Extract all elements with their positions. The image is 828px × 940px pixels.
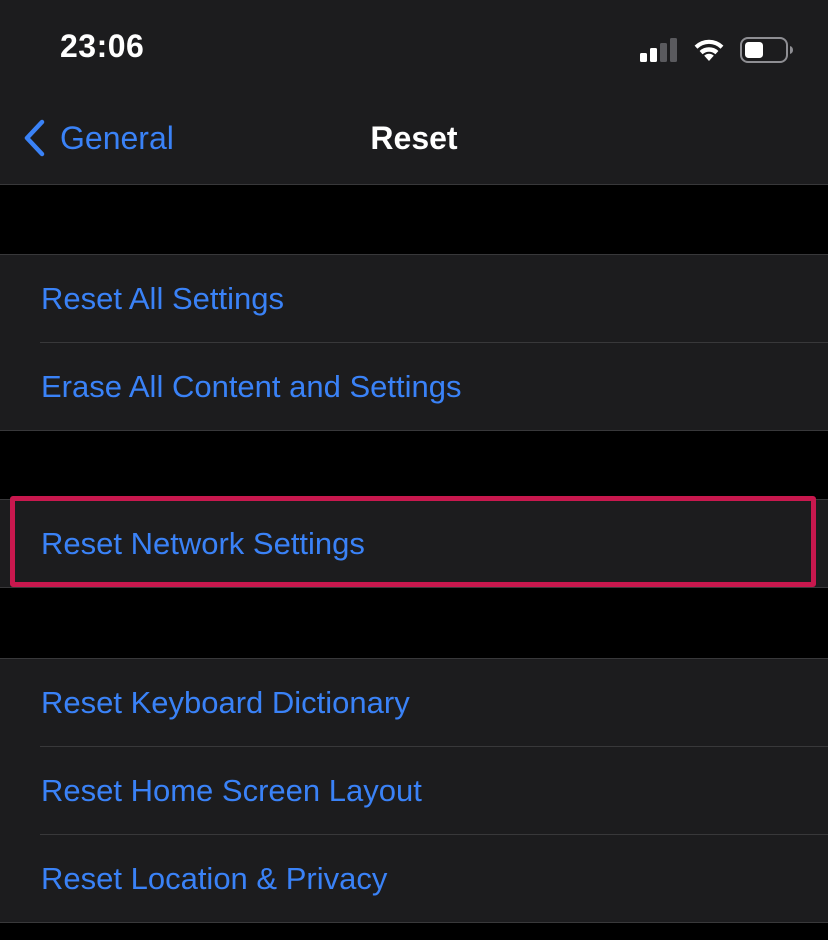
status-icons [640,36,794,64]
reset-all-settings-row[interactable]: Reset All Settings [0,255,828,342]
row-label: Reset Keyboard Dictionary [41,685,410,720]
reset-home-screen-layout-row[interactable]: Reset Home Screen Layout [0,746,828,834]
reset-location-privacy-row[interactable]: Reset Location & Privacy [0,834,828,922]
row-label: Reset All Settings [41,281,284,316]
page-title: Reset [370,120,458,156]
settings-group-network: Reset Network Settings [0,499,828,588]
row-label: Reset Network Settings [41,526,365,561]
settings-group-other: Reset Keyboard Dictionary Reset Home Scr… [0,658,828,923]
navigation-bar: General Reset [0,96,828,185]
reset-network-settings-row[interactable]: Reset Network Settings [0,500,828,587]
settings-group-reset-all: Reset All Settings Erase All Content and… [0,254,828,431]
wifi-icon [694,39,724,61]
row-label: Reset Location & Privacy [41,861,388,896]
row-label: Reset Home Screen Layout [41,773,422,808]
cellular-signal-icon [640,38,677,62]
settings-screen: 23:06 General Reset Reset All Settings E… [0,0,828,940]
row-label: Erase All Content and Settings [41,369,462,404]
reset-keyboard-dictionary-row[interactable]: Reset Keyboard Dictionary [0,659,828,746]
battery-icon [740,37,793,63]
status-time: 23:06 [60,28,145,64]
erase-all-content-row[interactable]: Erase All Content and Settings [0,342,828,430]
status-bar: 23:06 [0,0,828,96]
